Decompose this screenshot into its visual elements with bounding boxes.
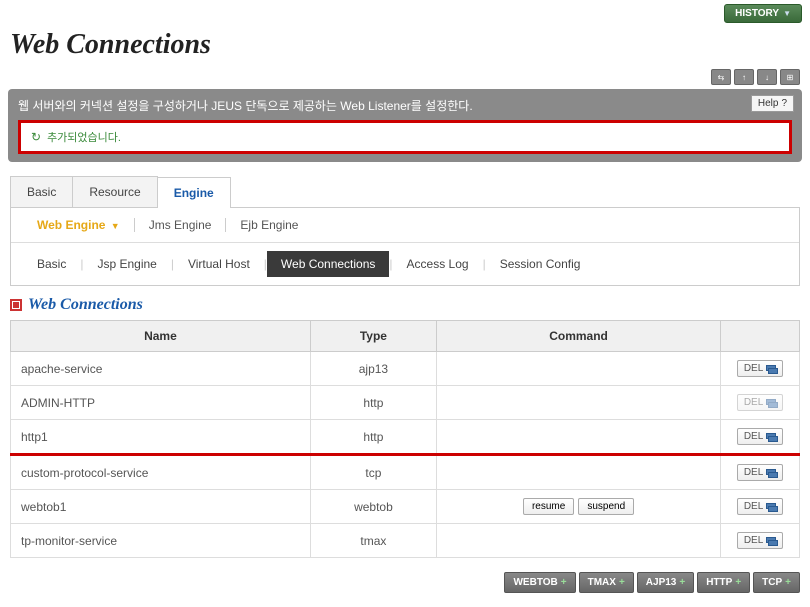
dropdown-icon: ▼ bbox=[111, 221, 120, 231]
add-tcp-button[interactable]: TCP+ bbox=[753, 572, 800, 593]
export-icon-4[interactable]: ⊞ bbox=[780, 69, 800, 85]
delete-button[interactable]: DEL bbox=[737, 532, 783, 549]
table-row: http1http DEL bbox=[11, 420, 800, 455]
tab3-jsp-engine[interactable]: Jsp Engine bbox=[83, 251, 170, 277]
tabs-level1: Basic Resource Engine bbox=[10, 176, 800, 208]
cell-actions: DEL bbox=[721, 386, 800, 420]
col-type: Type bbox=[310, 321, 436, 352]
col-actions bbox=[721, 321, 800, 352]
cell-type: http bbox=[310, 420, 436, 455]
cell-actions: DEL bbox=[721, 524, 800, 558]
add-tmax-button[interactable]: TMAX+ bbox=[579, 572, 634, 593]
tabs-level2: Web Engine ▼ Jms Engine Ejb Engine bbox=[11, 218, 799, 243]
history-label: HISTORY bbox=[735, 8, 779, 19]
plus-icon: + bbox=[735, 577, 741, 588]
col-name: Name bbox=[11, 321, 311, 352]
tab-basic[interactable]: Basic bbox=[10, 176, 73, 207]
delete-icon bbox=[766, 399, 776, 407]
tab-label: Web Engine bbox=[37, 218, 105, 232]
cell-type: tmax bbox=[310, 524, 436, 558]
add-ajp13-button[interactable]: AJP13+ bbox=[637, 572, 694, 593]
cell-actions: DEL bbox=[721, 420, 800, 455]
tab-ejb-engine[interactable]: Ejb Engine bbox=[226, 218, 312, 232]
section-header: Web Connections bbox=[10, 296, 800, 314]
help-button[interactable]: Help ? bbox=[751, 95, 794, 112]
cell-type: http bbox=[310, 386, 436, 420]
refresh-icon: ↻ bbox=[31, 130, 41, 144]
tab3-access-log[interactable]: Access Log bbox=[393, 251, 483, 277]
delete-icon bbox=[766, 537, 776, 545]
tab-jms-engine[interactable]: Jms Engine bbox=[135, 218, 227, 232]
plus-icon: + bbox=[619, 577, 625, 588]
delete-icon bbox=[766, 503, 776, 511]
plus-icon: + bbox=[785, 577, 791, 588]
resume-button[interactable]: resume bbox=[523, 498, 574, 515]
cell-actions: DEL bbox=[721, 490, 800, 524]
tab3-virtual-host[interactable]: Virtual Host bbox=[174, 251, 264, 277]
cell-name[interactable]: ADMIN-HTTP bbox=[11, 386, 311, 420]
help-icon: ? bbox=[781, 98, 787, 109]
add-http-button[interactable]: HTTP+ bbox=[697, 572, 750, 593]
cell-actions: DEL bbox=[721, 455, 800, 490]
delete-button: DEL bbox=[737, 394, 783, 411]
tab-resource[interactable]: Resource bbox=[72, 176, 157, 207]
table-row: ADMIN-HTTPhttp DEL bbox=[11, 386, 800, 420]
tabs-level3: Basic | Jsp Engine | Virtual Host | Web … bbox=[11, 243, 799, 285]
cell-actions: DEL bbox=[721, 352, 800, 386]
cell-command bbox=[437, 386, 721, 420]
cell-command bbox=[437, 420, 721, 455]
description-bar: 웹 서버와의 커넥션 설정을 구성하거나 JEUS 단독으로 제공하는 Web … bbox=[8, 89, 802, 162]
cell-command bbox=[437, 455, 721, 490]
plus-icon: + bbox=[561, 577, 567, 588]
page-title: Web Connections bbox=[0, 27, 810, 69]
cell-type: ajp13 bbox=[310, 352, 436, 386]
section-title: Web Connections bbox=[28, 296, 143, 314]
tab3-web-connections[interactable]: Web Connections bbox=[267, 251, 390, 277]
history-button[interactable]: HISTORY ▼ bbox=[724, 4, 802, 23]
add-webtob-button[interactable]: WEBTOB+ bbox=[504, 572, 575, 593]
cell-command: resumesuspend bbox=[437, 490, 721, 524]
cell-command bbox=[437, 352, 721, 386]
suspend-button[interactable]: suspend bbox=[578, 498, 634, 515]
cell-name[interactable]: custom-protocol-service bbox=[11, 455, 311, 490]
export-icon-3[interactable]: ↓ bbox=[757, 69, 777, 85]
export-icon-2[interactable]: ↑ bbox=[734, 69, 754, 85]
description-text: 웹 서버와의 커넥션 설정을 구성하거나 JEUS 단독으로 제공하는 Web … bbox=[18, 99, 473, 113]
table-row: tp-monitor-servicetmax DEL bbox=[11, 524, 800, 558]
tab3-basic[interactable]: Basic bbox=[23, 251, 80, 277]
table-row: webtob1webtobresumesuspendDEL bbox=[11, 490, 800, 524]
table-row: custom-protocol-servicetcp DEL bbox=[11, 455, 800, 490]
chevron-down-icon: ▼ bbox=[783, 9, 791, 18]
cell-command bbox=[437, 524, 721, 558]
col-command: Command bbox=[437, 321, 721, 352]
cell-type: webtob bbox=[310, 490, 436, 524]
delete-icon bbox=[766, 469, 776, 477]
footer-buttons: WEBTOB+ TMAX+ AJP13+ HTTP+ TCP+ bbox=[0, 558, 810, 607]
table-row: apache-serviceajp13 DEL bbox=[11, 352, 800, 386]
delete-button[interactable]: DEL bbox=[737, 498, 783, 515]
delete-button[interactable]: DEL bbox=[737, 428, 783, 445]
section-icon bbox=[10, 299, 22, 311]
tab-engine[interactable]: Engine bbox=[157, 177, 231, 208]
alert-box: ↻ 추가되었습니다. bbox=[18, 120, 792, 154]
help-label: Help bbox=[758, 98, 779, 109]
cell-name[interactable]: webtob1 bbox=[11, 490, 311, 524]
cell-name[interactable]: http1 bbox=[11, 420, 311, 455]
delete-icon bbox=[766, 433, 776, 441]
cell-name[interactable]: apache-service bbox=[11, 352, 311, 386]
alert-message: 추가되었습니다. bbox=[47, 129, 121, 145]
cell-name[interactable]: tp-monitor-service bbox=[11, 524, 311, 558]
tab-web-engine[interactable]: Web Engine ▼ bbox=[23, 218, 135, 232]
tab3-session-config[interactable]: Session Config bbox=[486, 251, 595, 277]
delete-icon bbox=[766, 365, 776, 373]
connections-table: Name Type Command apache-serviceajp13 DEL… bbox=[10, 320, 800, 558]
delete-button[interactable]: DEL bbox=[737, 360, 783, 377]
plus-icon: + bbox=[679, 577, 685, 588]
export-icon-1[interactable]: ⇆ bbox=[711, 69, 731, 85]
cell-type: tcp bbox=[310, 455, 436, 490]
delete-button[interactable]: DEL bbox=[737, 464, 783, 481]
